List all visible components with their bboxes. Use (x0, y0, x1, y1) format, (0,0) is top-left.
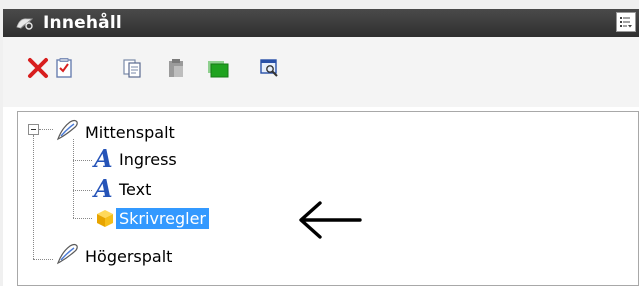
tree-connector (33, 259, 53, 260)
tree-connector (73, 160, 92, 161)
panel-title: Innehåll (43, 13, 122, 33)
tree-connector (39, 129, 53, 130)
delete-icon[interactable] (27, 57, 49, 79)
tree-node-text[interactable]: A Text (94, 177, 154, 201)
green-block-icon[interactable] (206, 57, 229, 79)
preview-icon[interactable] (259, 57, 281, 79)
toolbar (3, 37, 639, 107)
panel-titlebar: Innehåll (3, 9, 639, 37)
tree-connector (73, 218, 92, 219)
tree-node-label: Text (119, 179, 152, 199)
left-arrow-icon (296, 200, 364, 240)
copy-icon[interactable] (121, 57, 143, 79)
content-pen-icon (15, 15, 35, 31)
tree-node-skrivregler[interactable]: Skrivregler (94, 207, 210, 229)
tree-root-connector (33, 135, 34, 259)
tree-node-label: Mittenspalt (85, 122, 175, 142)
tree-node-hogerspalt[interactable]: Högerspalt (54, 242, 175, 270)
tree-node-mittenspalt[interactable]: Mittenspalt (54, 118, 178, 146)
cube-icon (94, 207, 116, 229)
pin-icon (54, 242, 82, 270)
tree-node-ingress[interactable]: A Ingress (94, 147, 180, 171)
list-menu-icon[interactable] (616, 12, 636, 32)
tree-node-label: Ingress (119, 149, 177, 169)
text-a-icon: A (94, 144, 113, 173)
tree-child-connector (73, 139, 74, 218)
checklist-icon[interactable] (53, 57, 75, 79)
collapse-toggle[interactable] (28, 124, 39, 135)
tree-node-label: Skrivregler (116, 207, 210, 229)
paste-icon[interactable] (165, 57, 187, 79)
text-a-icon: A (94, 174, 113, 203)
pin-icon (54, 118, 82, 146)
tree-connector (73, 190, 92, 191)
tree-node-label: Högerspalt (85, 246, 173, 266)
